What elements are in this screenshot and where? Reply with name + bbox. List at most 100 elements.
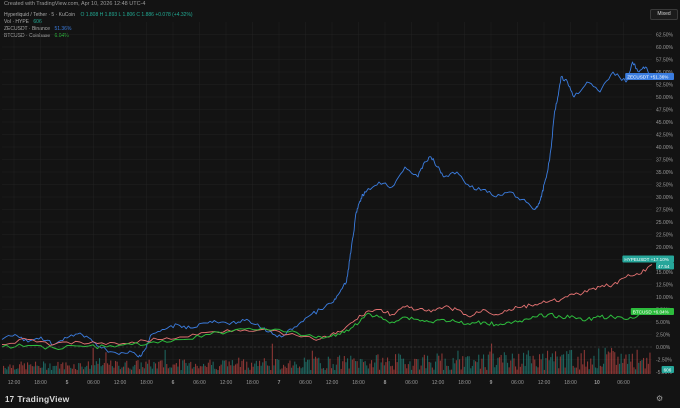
gear-icon[interactable]: ⚙ <box>656 394 663 403</box>
volume-bar <box>531 363 533 374</box>
x-tick-label: 18:00 <box>352 380 365 386</box>
volume-bar <box>323 368 325 374</box>
volume-bar <box>78 363 80 374</box>
volume-bar <box>524 365 526 374</box>
volume-bar <box>407 364 409 374</box>
volume-bar <box>87 361 89 374</box>
volume-bar <box>198 368 200 374</box>
volume-bar <box>644 368 646 374</box>
volume-bar <box>363 362 365 374</box>
volume-bar <box>89 368 91 374</box>
volume-bar <box>631 353 633 374</box>
volume-bar <box>294 361 296 374</box>
volume-bar <box>588 369 590 374</box>
volume-bar <box>555 351 557 374</box>
volume-bar <box>62 362 64 374</box>
y-tick-label: 62.50% <box>656 32 674 38</box>
volume-bar <box>471 365 473 374</box>
x-tick-label: 6 <box>172 380 175 386</box>
volume-bar <box>625 354 627 374</box>
volume-bar <box>155 363 157 374</box>
volume-bar <box>145 361 147 374</box>
volume-bar <box>340 368 342 374</box>
y-tick-label: 60.00% <box>656 45 674 51</box>
volume-bar <box>163 367 165 374</box>
volume-bar <box>491 343 493 374</box>
y-tick-label: 30.00% <box>656 195 674 201</box>
x-tick-label: 12:00 <box>8 380 21 386</box>
volume-bar <box>15 368 17 374</box>
volume-bar <box>401 358 403 374</box>
volume-bar <box>355 361 357 374</box>
volume-bar <box>3 365 5 374</box>
volume-bar <box>575 367 577 374</box>
volume-bar <box>49 363 51 374</box>
volume-bar <box>252 366 254 374</box>
x-tick-label: 9 <box>490 380 493 386</box>
volume-bar <box>148 359 150 374</box>
volume-bar <box>627 363 629 374</box>
volume-bar <box>71 368 73 374</box>
y-tick-label: 15.00% <box>656 270 674 276</box>
volume-bar <box>459 359 461 374</box>
volume-bar <box>590 358 592 374</box>
volume-bar <box>9 364 11 374</box>
y-tick-label: 2.50% <box>656 332 671 338</box>
volume-bar <box>127 367 129 374</box>
price-label: 606 <box>664 368 672 373</box>
volume-bar <box>606 354 608 374</box>
volume-bar <box>267 365 269 374</box>
volume-bar <box>254 363 256 374</box>
volume-bar <box>111 366 113 374</box>
volume-bar <box>156 368 158 374</box>
volume-bar <box>494 367 496 374</box>
tradingview-mark-icon: 17 <box>5 395 15 404</box>
volume-bar <box>542 353 544 374</box>
volume-bar <box>372 367 374 374</box>
volume-bar <box>569 350 571 374</box>
volume-bar <box>303 357 305 374</box>
x-tick-label: 12:00 <box>538 380 551 386</box>
volume-bar <box>196 365 198 374</box>
x-tick-label: 06:00 <box>511 380 524 386</box>
volume-bar <box>219 366 221 374</box>
volume-bar <box>332 364 334 374</box>
volume-bar <box>415 359 417 374</box>
volume-bar <box>220 364 222 374</box>
volume-bar <box>345 362 347 374</box>
volume-bar <box>52 366 54 374</box>
volume-bar <box>342 361 344 374</box>
volume-bar <box>132 366 134 374</box>
tradingview-logo[interactable]: 17 TradingView <box>5 394 69 404</box>
volume-bar <box>313 358 315 374</box>
volume-bar <box>599 365 601 374</box>
price-chart[interactable]: -5.00%-2.50%0.00%2.50%5.00%7.50%10.00%12… <box>0 0 680 390</box>
x-tick-label: 12:00 <box>432 380 445 386</box>
volume-bar <box>305 361 307 374</box>
volume-bar <box>455 360 457 374</box>
volume-bar <box>516 369 518 374</box>
volume-bar <box>235 364 237 374</box>
volume-bar <box>505 355 507 374</box>
volume-bar <box>139 369 141 374</box>
volume-bar <box>92 347 94 374</box>
volume-bar <box>612 350 614 374</box>
volume-bar <box>495 364 497 374</box>
volume-bar <box>107 363 109 374</box>
volume-bar <box>411 369 413 374</box>
volume-bar <box>447 366 449 374</box>
volume-bar <box>283 364 285 374</box>
volume-bar <box>535 366 537 374</box>
volume-bar <box>140 362 142 374</box>
volume-bar <box>545 358 547 374</box>
volume-bar <box>377 354 379 374</box>
price-label: HYPEUSDT +17.10% <box>624 257 668 262</box>
volume-bar <box>246 361 248 374</box>
volume-bar <box>444 358 446 374</box>
volume-bar <box>526 354 528 374</box>
volume-bar <box>231 360 233 374</box>
volume-bar <box>115 360 117 374</box>
x-tick-label: 18:00 <box>140 380 153 386</box>
volume-bar <box>510 360 512 374</box>
volume-bar <box>470 368 472 374</box>
